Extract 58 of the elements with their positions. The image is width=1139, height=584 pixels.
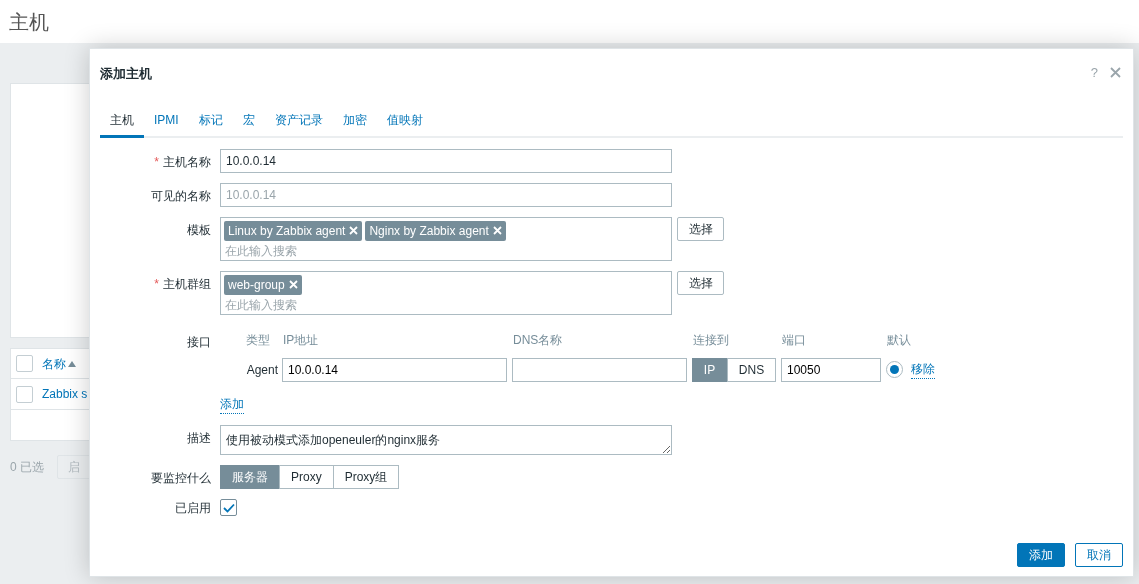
column-header: 默认	[887, 332, 911, 347]
column-header: 类型	[246, 332, 270, 347]
dialog-title: 添加主机	[100, 65, 152, 83]
default-radio[interactable]	[886, 361, 903, 378]
cancel-button[interactable]: 取消	[1075, 543, 1123, 567]
checkbox[interactable]	[16, 355, 33, 372]
field-label: 主机名称	[163, 153, 211, 171]
tab[interactable]: IPMI	[144, 110, 189, 138]
page-title: 主机	[9, 9, 49, 35]
tab[interactable]: 标记	[188, 110, 233, 138]
tag: web-group	[224, 274, 302, 295]
select-button[interactable]: 选择	[677, 270, 724, 295]
column-header: DNS名称	[513, 332, 563, 347]
field-label: 已启用	[175, 499, 211, 517]
host-link[interactable]: Zabbix s	[42, 385, 88, 403]
checkbox[interactable]	[16, 385, 33, 403]
monitor-option[interactable]: 服务器	[220, 464, 280, 489]
remove-link[interactable]: 移除	[911, 360, 935, 379]
checkbox[interactable]	[220, 499, 237, 516]
tab[interactable]: 值映射	[376, 110, 433, 138]
field-label: 描述	[187, 429, 211, 447]
column-header: 连接到	[693, 332, 729, 347]
field-label: 要监控什么	[151, 469, 211, 487]
column-header: 端口	[782, 332, 806, 347]
dns-field[interactable]	[512, 357, 687, 382]
field-label: 可见的名称	[151, 187, 211, 205]
search-input[interactable]: 在此输入搜索	[224, 242, 668, 259]
required-mark: *	[154, 275, 159, 293]
field-label: 模板	[187, 221, 211, 239]
field-label: 主机群组	[163, 275, 211, 293]
tag: Nginx by Zabbix agent	[365, 220, 506, 241]
selected-count: 0 已选	[10, 459, 44, 476]
interface-type: Agent	[245, 361, 279, 379]
input-field[interactable]: 10.0.0.14	[220, 182, 672, 207]
ip-field[interactable]: 10.0.0.14	[282, 357, 507, 382]
required-mark: *	[154, 153, 159, 171]
close-icon[interactable]	[1110, 67, 1121, 79]
monitor-option[interactable]: Proxy	[279, 464, 334, 489]
connect-option[interactable]: IP	[692, 357, 727, 382]
search-input[interactable]: 在此输入搜索	[224, 296, 668, 313]
add-link[interactable]: 添加	[220, 394, 244, 414]
monitor-option[interactable]: Proxy组	[332, 464, 400, 489]
connect-option[interactable]: DNS	[727, 357, 776, 382]
column-header: IP地址	[283, 332, 319, 347]
tab[interactable]: 宏	[232, 110, 265, 138]
field-label: 接口	[187, 333, 211, 351]
tab[interactable]: 加密	[332, 110, 377, 138]
description-field[interactable]: 使用被动模式添加openeuler的nginx服务	[220, 424, 672, 455]
column-header[interactable]: 名称	[42, 354, 76, 373]
tab[interactable]: 资产记录	[264, 110, 333, 138]
tag: Linux by Zabbix agent	[224, 220, 363, 241]
add-button[interactable]: 添加	[1017, 543, 1065, 567]
port-field[interactable]: 10050	[781, 357, 881, 382]
input-field[interactable]: 10.0.0.14	[220, 148, 672, 173]
multiselect-field[interactable]: Linux by Zabbix agent Nginx by Zabbix agent 在此输入搜索	[220, 216, 672, 261]
select-button[interactable]: 选择	[677, 216, 724, 241]
multiselect-field[interactable]: web-group 在此输入搜索	[220, 270, 672, 315]
tab[interactable]: 主机	[100, 110, 144, 138]
